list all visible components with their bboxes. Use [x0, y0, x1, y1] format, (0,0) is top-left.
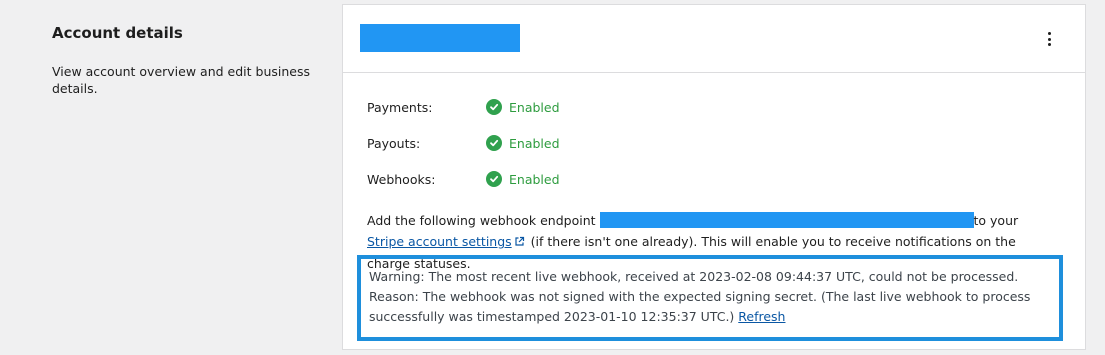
- section-description: View account overview and edit business …: [52, 64, 310, 96]
- account-card: Payments: Enabled Payouts: Enabled Webho…: [342, 4, 1086, 350]
- settings-page: Account details View account overview an…: [0, 0, 1105, 355]
- status-value: Enabled: [486, 135, 560, 151]
- section-title: Account details: [52, 24, 183, 42]
- check-circle-icon: [486, 99, 502, 115]
- status-label: Payments:: [367, 99, 433, 115]
- section-intro: Account details View account overview an…: [52, 24, 322, 97]
- webhook-to-your-text: to your: [973, 213, 1019, 228]
- webhook-intro-text: Add the following webhook endpoint: [367, 213, 600, 228]
- card-header: [343, 5, 1085, 73]
- status-row-webhooks: Webhooks: Enabled: [367, 169, 560, 189]
- webhook-warning-notice: Warning: The most recent live webhook, r…: [357, 255, 1063, 341]
- status-value-text: Enabled: [509, 99, 560, 115]
- redacted-account-name: [360, 24, 520, 52]
- check-circle-icon: [486, 135, 502, 151]
- check-circle-icon: [486, 171, 502, 187]
- status-value-text: Enabled: [509, 171, 560, 187]
- status-value-text: Enabled: [509, 135, 560, 151]
- stripe-account-settings-link[interactable]: Stripe account settings: [367, 234, 512, 249]
- status-value: Enabled: [486, 171, 560, 187]
- status-label: Payouts:: [367, 135, 421, 151]
- status-label: Webhooks:: [367, 171, 436, 187]
- redacted-webhook-endpoint: [599, 212, 974, 228]
- external-link-icon: [514, 232, 525, 253]
- refresh-link[interactable]: Refresh: [738, 309, 785, 324]
- warning-text: Warning: The most recent live webhook, r…: [369, 269, 1031, 324]
- status-row-payments: Payments: Enabled: [367, 97, 560, 117]
- status-row-payouts: Payouts: Enabled: [367, 133, 560, 153]
- status-value: Enabled: [486, 99, 560, 115]
- more-options-icon[interactable]: [1041, 29, 1057, 49]
